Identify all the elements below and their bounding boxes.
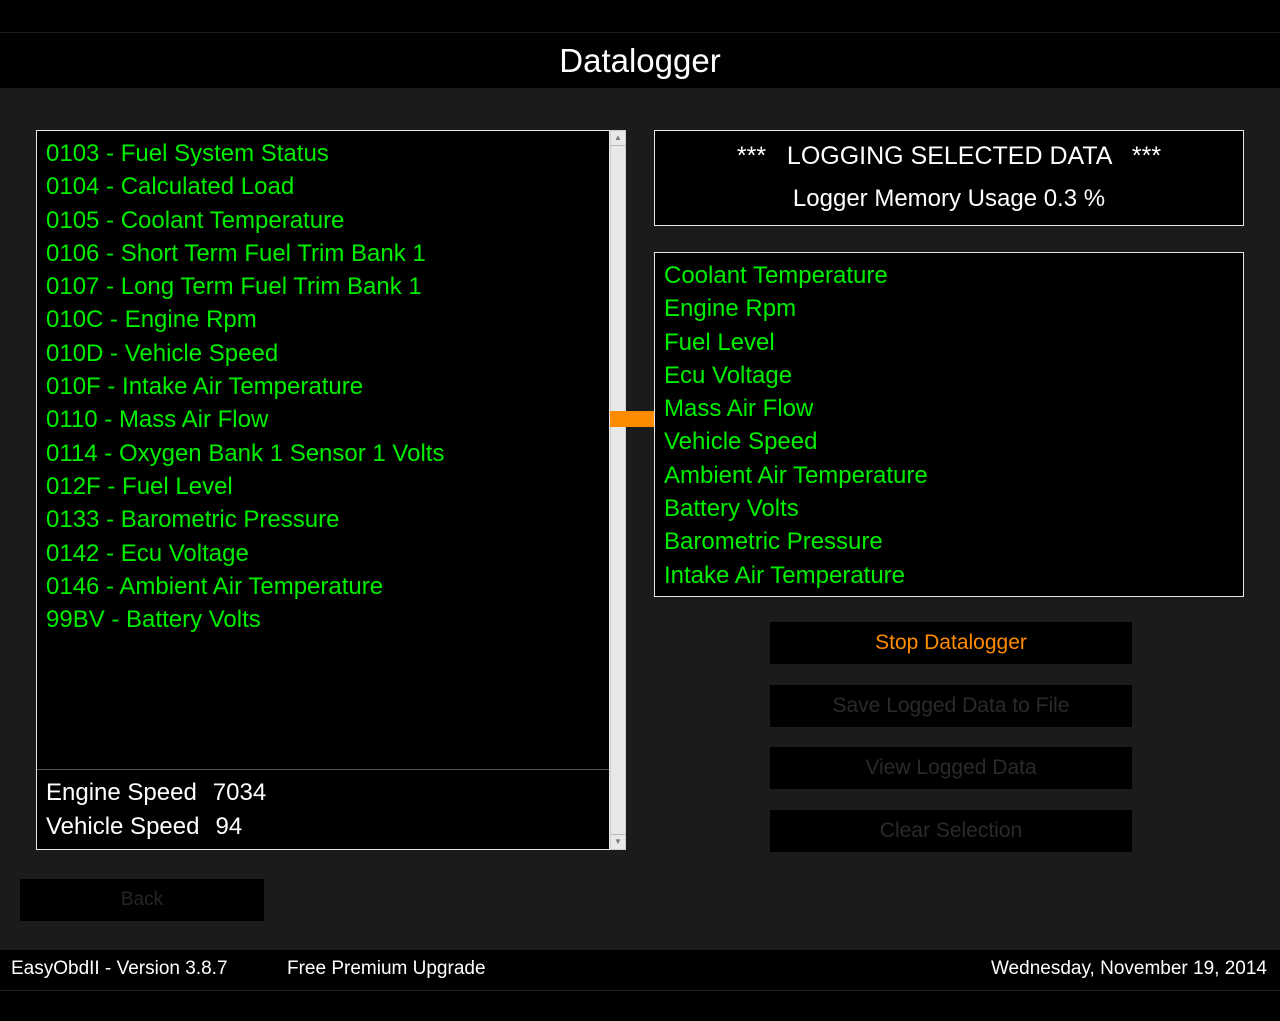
- selected-item[interactable]: Fuel Level: [664, 326, 928, 359]
- selected-item[interactable]: Ambient Air Temperature: [664, 459, 928, 492]
- pid-list-item[interactable]: 010F - Intake Air Temperature: [46, 370, 444, 403]
- pid-list-item[interactable]: 0146 - Ambient Air Temperature: [46, 570, 444, 603]
- readout-value: 7034: [212, 779, 267, 806]
- pid-list-item[interactable]: 010C - Engine Rpm: [46, 303, 444, 336]
- clear-selection-button[interactable]: Clear Selection: [770, 810, 1132, 852]
- bottom-band: [0, 991, 1280, 1021]
- selected-item[interactable]: Mass Air Flow: [664, 392, 928, 425]
- view-logged-data-button[interactable]: View Logged Data: [770, 747, 1132, 789]
- status-footer: EasyObdII - Version 3.8.7 Free Premium U…: [0, 950, 1280, 990]
- pid-list-item[interactable]: 010D - Vehicle Speed: [46, 337, 444, 370]
- pid-list-item[interactable]: 0107 - Long Term Fuel Trim Bank 1: [46, 270, 444, 303]
- selected-items-list[interactable]: Coolant Temperature Engine Rpm Fuel Leve…: [664, 259, 928, 592]
- current-date-text: Wednesday, November 19, 2014: [990, 958, 1267, 979]
- selection-connector-bar: [610, 411, 654, 427]
- logging-status-panel: *** LOGGING SELECTED DATA *** Logger Mem…: [654, 130, 1244, 226]
- app-version-text: EasyObdII - Version 3.8.7: [11, 958, 228, 979]
- selected-item[interactable]: Coolant Temperature: [664, 259, 928, 292]
- readout-label: Engine Speed: [46, 779, 197, 806]
- readout-value: 94: [215, 813, 243, 840]
- premium-upgrade-link[interactable]: Free Premium Upgrade: [287, 950, 486, 988]
- selected-item[interactable]: Intake Air Temperature: [664, 559, 928, 592]
- memory-usage-text: Logger Memory Usage 0.3 %: [792, 185, 1106, 212]
- pid-list-item[interactable]: 012F - Fuel Level: [46, 470, 444, 503]
- scroll-down-arrow-icon[interactable]: ▼: [611, 834, 625, 849]
- selected-item[interactable]: Battery Volts: [664, 492, 928, 525]
- pid-list-item[interactable]: 0142 - Ecu Voltage: [46, 537, 444, 570]
- top-band: [0, 0, 1280, 32]
- pid-list-item[interactable]: 0103 - Fuel System Status: [46, 137, 444, 170]
- selected-item[interactable]: Ecu Voltage: [664, 359, 928, 392]
- selected-item[interactable]: Engine Rpm: [664, 292, 928, 325]
- scroll-up-arrow-icon[interactable]: ▲: [611, 131, 625, 146]
- readout-divider: [37, 769, 609, 770]
- pid-list-item[interactable]: 0114 - Oxygen Bank 1 Sensor 1 Volts: [46, 437, 444, 470]
- back-button[interactable]: Back: [20, 879, 264, 921]
- pid-list[interactable]: 0103 - Fuel System Status 0104 - Calcula…: [46, 137, 444, 636]
- selected-item[interactable]: Vehicle Speed: [664, 425, 928, 458]
- pid-list-panel[interactable]: 0103 - Fuel System Status 0104 - Calcula…: [36, 130, 610, 850]
- save-logged-data-button[interactable]: Save Logged Data to File: [770, 685, 1132, 727]
- pid-list-scrollbar[interactable]: ▲ ▼: [610, 130, 626, 850]
- pid-list-item[interactable]: 0110 - Mass Air Flow: [46, 403, 444, 436]
- live-readouts: Engine Speed 7034 Vehicle Speed 94: [46, 776, 266, 844]
- selected-items-panel[interactable]: Coolant Temperature Engine Rpm Fuel Leve…: [654, 252, 1244, 597]
- readout-vehicle-speed: Vehicle Speed 94: [46, 810, 266, 844]
- stop-datalogger-button[interactable]: Stop Datalogger: [770, 622, 1132, 664]
- selected-item[interactable]: Barometric Pressure: [664, 525, 928, 558]
- pid-list-item[interactable]: 0104 - Calculated Load: [46, 170, 444, 203]
- page-title: Datalogger: [0, 33, 1280, 88]
- pid-list-item[interactable]: 0106 - Short Term Fuel Trim Bank 1: [46, 237, 444, 270]
- pid-list-item[interactable]: 0105 - Coolant Temperature: [46, 204, 444, 237]
- readout-label: Vehicle Speed: [46, 813, 200, 840]
- logging-status-text: *** LOGGING SELECTED DATA ***: [736, 142, 1162, 170]
- pid-list-item[interactable]: 0133 - Barometric Pressure: [46, 503, 444, 536]
- readout-engine-speed: Engine Speed 7034: [46, 776, 266, 810]
- pid-list-item[interactable]: 99BV - Battery Volts: [46, 603, 444, 636]
